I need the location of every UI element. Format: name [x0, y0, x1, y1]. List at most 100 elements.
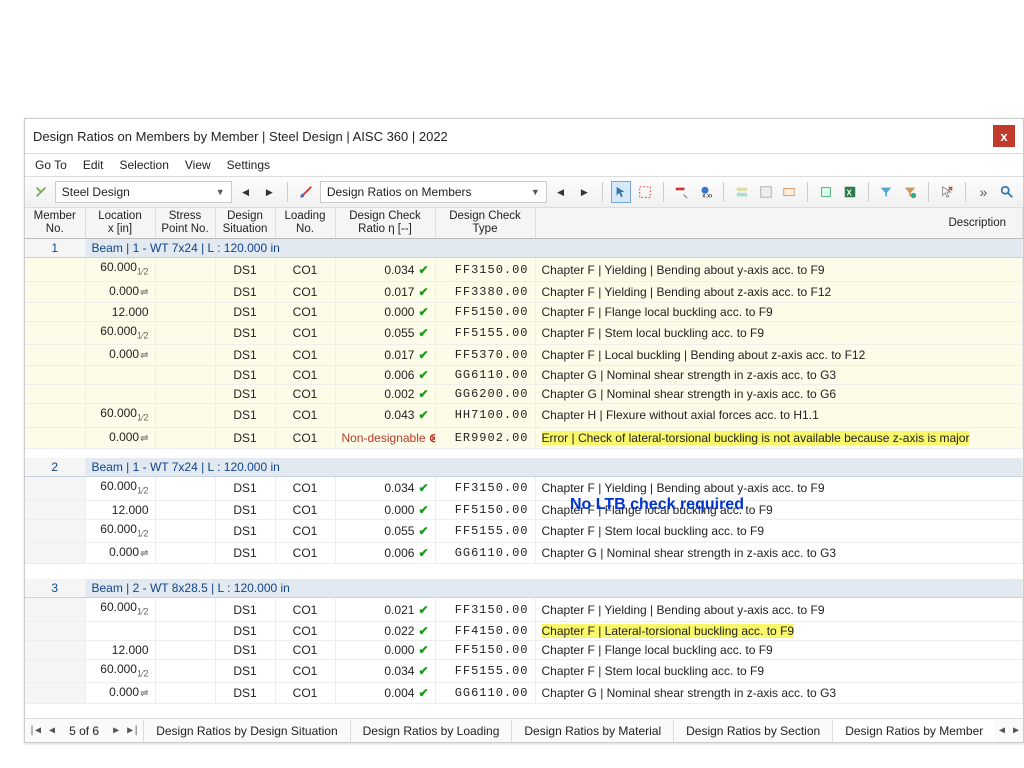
menu-settings[interactable]: Settings — [227, 158, 270, 172]
prev-result-button[interactable]: ◀ — [551, 181, 571, 203]
check-icon: ✔ — [418, 387, 428, 401]
cell-ds: DS1 — [215, 640, 275, 659]
prev-design-button[interactable]: ◀ — [236, 181, 256, 203]
table-row[interactable]: 12.000DS1CO10.000✔FF5150.00Chapter F | F… — [25, 500, 1023, 519]
cell-co: CO1 — [275, 683, 335, 704]
col-situation[interactable]: DesignSituation — [215, 208, 275, 239]
cell-ds: DS1 — [215, 385, 275, 404]
table-row[interactable]: 60.0001⁄2DS1CO10.043✔HH7100.00Chapter H … — [25, 404, 1023, 427]
cell-code: GG6110.00 — [435, 683, 535, 704]
table-row[interactable]: DS1CO10.006✔GG6110.00Chapter G | Nominal… — [25, 366, 1023, 385]
next-result-button[interactable]: ▶ — [574, 181, 594, 203]
check-icon: ✔ — [418, 603, 428, 617]
cell-ds: DS1 — [215, 683, 275, 704]
table-row[interactable]: 0.000⇌DS1CO10.017✔FF3380.00Chapter F | Y… — [25, 281, 1023, 302]
check-icon: ✔ — [418, 643, 428, 657]
table-row[interactable]: 0.000⇌DS1CO10.006✔GG6110.00Chapter G | N… — [25, 542, 1023, 563]
filter-a-button[interactable] — [672, 181, 692, 203]
check-icon: ✔ — [418, 524, 428, 538]
table-row[interactable]: 12.000DS1CO10.000✔FF5150.00Chapter F | F… — [25, 302, 1023, 321]
table-row[interactable]: 60.0001⁄2DS1CO10.034✔FF3150.00Chapter F … — [25, 477, 1023, 500]
table-row[interactable]: 60.0001⁄2DS1CO10.055✔FF5155.00Chapter F … — [25, 321, 1023, 344]
cell-co: CO1 — [275, 640, 335, 659]
pager-prev-button[interactable]: ◀ — [45, 725, 59, 736]
funnel-1-button[interactable] — [876, 181, 896, 203]
highlight-button[interactable] — [635, 181, 655, 203]
tab-design-ratios-by-loading[interactable]: Design Ratios by Loading — [350, 720, 512, 742]
member-no[interactable]: 3 — [25, 579, 85, 598]
view-1-button[interactable] — [732, 181, 752, 203]
pager-first-button[interactable]: |◀ — [25, 725, 45, 736]
close-button[interactable]: x — [993, 125, 1015, 147]
cell-ds: DS1 — [215, 258, 275, 281]
window-title: Design Ratios on Members by Member | Ste… — [33, 129, 448, 144]
view-2-button[interactable] — [756, 181, 776, 203]
view-3-button[interactable] — [779, 181, 799, 203]
col-type[interactable]: Design CheckType — [435, 208, 535, 239]
col-loading[interactable]: LoadingNo. — [275, 208, 335, 239]
filter-x-button[interactable]: x.xx — [695, 181, 715, 203]
table-row[interactable]: 60.0001⁄2DS1CO10.034✔FF3150.00Chapter F … — [25, 258, 1023, 281]
cell-code: FF5155.00 — [435, 659, 535, 682]
pager-last-button[interactable]: ▶| — [123, 725, 143, 736]
table-row[interactable]: 12.000DS1CO10.000✔FF5150.00Chapter F | F… — [25, 640, 1023, 659]
table-row[interactable]: 60.0001⁄2DS1CO10.021✔FF3150.00Chapter F … — [25, 598, 1023, 621]
excel-button[interactable]: X — [840, 181, 860, 203]
cell-code: ER9902.00 — [435, 427, 535, 448]
cell-desc: Chapter G | Nominal shear strength in z-… — [535, 366, 1023, 385]
cell-location: 60.0001⁄2 — [85, 404, 155, 427]
cell-ratio: 0.000✔ — [335, 302, 435, 321]
cell-location: 60.0001⁄2 — [85, 477, 155, 500]
more-button[interactable]: » — [973, 181, 993, 203]
group-label[interactable]: Beam | 1 - WT 7x24 | L : 120.000 in — [85, 239, 1023, 258]
cell-code: GG6200.00 — [435, 385, 535, 404]
result-type-dropdown[interactable]: Design Ratios on Members ▼ — [320, 181, 547, 203]
member-no[interactable]: 2 — [25, 458, 85, 477]
cell-desc: Chapter G | Nominal shear strength in z-… — [535, 542, 1023, 563]
cell-location: 0.000⇌ — [85, 281, 155, 302]
col-desc[interactable]: Description — [535, 208, 1023, 239]
tab-design-ratios-by-design-situation[interactable]: Design Ratios by Design Situation — [143, 720, 349, 742]
menu-view[interactable]: View — [185, 158, 211, 172]
search-button[interactable] — [997, 181, 1017, 203]
table-row[interactable]: 0.000⇌DS1CO10.017✔FF5370.00Chapter F | L… — [25, 345, 1023, 366]
tab-strip: Design Ratios by Design SituationDesign … — [143, 720, 995, 742]
tabs-prev-button[interactable]: ◀ — [995, 725, 1009, 736]
cell-location: 60.0001⁄2 — [85, 258, 155, 281]
col-stress[interactable]: StressPoint No. — [155, 208, 215, 239]
check-icon: ✔ — [418, 503, 428, 517]
col-member[interactable]: MemberNo. — [25, 208, 85, 239]
cell-code: FF5150.00 — [435, 302, 535, 321]
table-row[interactable]: DS1CO10.002✔GG6200.00Chapter G | Nominal… — [25, 385, 1023, 404]
menu-edit[interactable]: Edit — [83, 158, 104, 172]
pager-next-button[interactable]: ▶ — [109, 725, 123, 736]
col-location[interactable]: Locationx [in] — [85, 208, 155, 239]
menu-go-to[interactable]: Go To — [35, 158, 67, 172]
select-tool-button[interactable] — [611, 181, 631, 203]
tab-design-ratios-by-material[interactable]: Design Ratios by Material — [511, 720, 673, 742]
cell-ratio: Non-designable ⊗ — [335, 427, 435, 448]
design-type-dropdown[interactable]: Steel Design ▼ — [55, 181, 232, 203]
next-design-button[interactable]: ▶ — [259, 181, 279, 203]
tab-design-ratios-by-section[interactable]: Design Ratios by Section — [673, 720, 832, 742]
tab-design-ratios-by-member[interactable]: Design Ratios by Member — [832, 720, 995, 742]
table-header: MemberNo. Locationx [in] StressPoint No.… — [25, 208, 1023, 239]
export-button[interactable] — [816, 181, 836, 203]
group-label[interactable]: Beam | 2 - WT 8x28.5 | L : 120.000 in — [85, 579, 1023, 598]
cell-code: FF3380.00 — [435, 281, 535, 302]
table-row[interactable]: 0.000⇌DS1CO10.004✔GG6110.00Chapter G | N… — [25, 683, 1023, 704]
group-label[interactable]: Beam | 1 - WT 7x24 | L : 120.000 in — [85, 458, 1023, 477]
cell-co: CO1 — [275, 281, 335, 302]
table-row[interactable]: 60.0001⁄2DS1CO10.034✔FF5155.00Chapter F … — [25, 659, 1023, 682]
funnel-2-button[interactable] — [900, 181, 920, 203]
table-row[interactable]: 0.000⇌DS1CO1Non-designable ⊗ER9902.00Err… — [25, 427, 1023, 448]
col-ratio[interactable]: Design CheckRatio η [--] — [335, 208, 435, 239]
cell-ratio: 0.055✔ — [335, 519, 435, 542]
tabs-next-button[interactable]: ▶ — [1009, 725, 1023, 736]
cell-co: CO1 — [275, 659, 335, 682]
menu-selection[interactable]: Selection — [120, 158, 169, 172]
table-row[interactable]: 60.0001⁄2DS1CO10.055✔FF5155.00Chapter F … — [25, 519, 1023, 542]
member-no[interactable]: 1 — [25, 239, 85, 258]
table-row[interactable]: DS1CO10.022✔FF4150.00Chapter F | Lateral… — [25, 621, 1023, 640]
clear-button[interactable] — [937, 181, 957, 203]
